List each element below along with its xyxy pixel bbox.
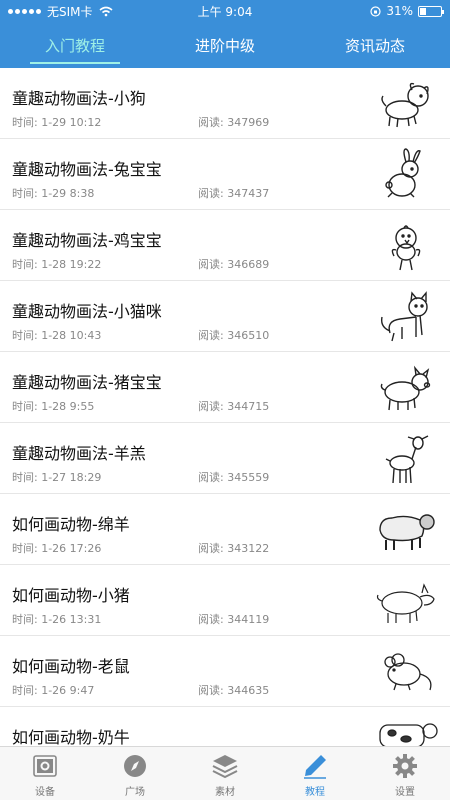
- item-title: 如何画动物-老鼠: [12, 657, 130, 676]
- battery-level: [420, 7, 427, 15]
- item-reads: 阅读: 345559: [198, 471, 270, 484]
- item-time: 时间: 1-29 10:12: [12, 116, 102, 129]
- chick-drawing-icon: [372, 216, 440, 274]
- nav-label: 设备: [35, 787, 55, 798]
- pencil-icon: [304, 755, 326, 779]
- item-reads: 阅读: 344635: [198, 684, 270, 697]
- item-title: 童趣动物画法-小狗: [12, 89, 146, 108]
- list-item[interactable]: 童趣动物画法-小猫咪 时间: 1-28 10:43 阅读: 346510: [0, 281, 450, 352]
- nav-tutorial[interactable]: 教程: [270, 747, 360, 800]
- list-item[interactable]: 童趣动物画法-小狗 时间: 1-29 10:12 阅读: 347969: [0, 68, 450, 139]
- item-time: 时间: 1-29 8:38: [12, 187, 95, 200]
- compass-icon: [124, 755, 146, 777]
- item-time: 时间: 1-26 13:31: [12, 613, 102, 626]
- nav-label: 广场: [125, 787, 145, 798]
- tab-intermediate[interactable]: 进阶中级: [150, 22, 300, 68]
- battery-icon: [418, 5, 444, 17]
- tab-beginner[interactable]: 入门教程: [0, 22, 150, 68]
- item-reads: 阅读: 346510: [198, 329, 270, 342]
- orientation-lock-icon: [370, 5, 381, 17]
- cow-drawing-icon: [372, 713, 440, 746]
- list-item[interactable]: 如何画动物-小猪 时间: 1-26 13:31 阅读: 344119: [0, 565, 450, 636]
- wifi-icon: [99, 6, 113, 16]
- item-title: 童趣动物画法-兔宝宝: [12, 160, 162, 179]
- item-reads: 阅读: 344119: [198, 613, 270, 626]
- battery-percent: 31%: [386, 4, 413, 18]
- nav-settings[interactable]: 设置: [360, 747, 450, 800]
- nav-materials[interactable]: 素材: [180, 747, 270, 800]
- status-bar: 无SIM卡 上午 9:04 31%: [0, 0, 450, 22]
- status-right: 31%: [370, 4, 444, 18]
- tab-news[interactable]: 资讯动态: [300, 22, 450, 68]
- gear-icon: [393, 754, 417, 778]
- pig-drawing-icon: [372, 571, 440, 629]
- item-title: 如何画动物-小猪: [12, 586, 130, 605]
- item-reads: 阅读: 347437: [198, 187, 270, 200]
- status-left: 无SIM卡: [8, 3, 113, 20]
- lamb-drawing-icon: [372, 429, 440, 487]
- list-item[interactable]: 如何画动物-奶牛: [0, 707, 450, 746]
- item-reads: 阅读: 344715: [198, 400, 270, 413]
- nav-square[interactable]: 广场: [90, 747, 180, 800]
- nav-device[interactable]: 设备: [0, 747, 90, 800]
- item-time: 时间: 1-28 10:43: [12, 329, 102, 342]
- top-tabs: 入门教程 进阶中级 资讯动态: [0, 22, 450, 68]
- item-time: 时间: 1-27 18:29: [12, 471, 102, 484]
- item-time: 时间: 1-26 9:47: [12, 684, 95, 697]
- item-time: 时间: 1-28 9:55: [12, 400, 95, 413]
- nav-label: 设置: [395, 787, 415, 798]
- list-item[interactable]: 童趣动物画法-兔宝宝 时间: 1-29 8:38 阅读: 347437: [0, 139, 450, 210]
- piglet-drawing-icon: [372, 358, 440, 416]
- signal-icon: [8, 8, 41, 14]
- layers-icon: [212, 755, 238, 779]
- list-item[interactable]: 童趣动物画法-鸡宝宝 时间: 1-28 19:22 阅读: 346689: [0, 210, 450, 281]
- item-title: 童趣动物画法-鸡宝宝: [12, 231, 162, 250]
- nav-label: 素材: [215, 787, 235, 798]
- item-time: 时间: 1-28 19:22: [12, 258, 102, 271]
- list-item[interactable]: 童趣动物画法-猪宝宝 时间: 1-28 9:55 阅读: 344715: [0, 352, 450, 423]
- item-title: 童趣动物画法-羊羔: [12, 444, 146, 463]
- puppy-drawing-icon: [372, 74, 440, 132]
- item-reads: 阅读: 347969: [198, 116, 270, 129]
- kitten-drawing-icon: [372, 287, 440, 345]
- bunny-drawing-icon: [372, 145, 440, 203]
- list-item[interactable]: 童趣动物画法-羊羔 时间: 1-27 18:29 阅读: 345559: [0, 423, 450, 494]
- item-reads: 阅读: 343122: [198, 542, 270, 555]
- item-title: 童趣动物画法-猪宝宝: [12, 373, 162, 392]
- item-reads: 阅读: 346689: [198, 258, 270, 271]
- mouse-drawing-icon: [372, 642, 440, 700]
- sheep-drawing-icon: [372, 500, 440, 558]
- bottom-nav: 设备 广场 素材 教程 设置: [0, 746, 450, 800]
- tutorial-list[interactable]: 童趣动物画法-小狗 时间: 1-29 10:12 阅读: 347969 童趣动物…: [0, 68, 450, 746]
- item-title: 如何画动物-奶牛: [12, 728, 130, 746]
- list-item[interactable]: 如何画动物-绵羊 时间: 1-26 17:26 阅读: 343122: [0, 494, 450, 565]
- item-time: 时间: 1-26 17:26: [12, 542, 102, 555]
- list-item[interactable]: 如何画动物-老鼠 时间: 1-26 9:47 阅读: 344635: [0, 636, 450, 707]
- item-title: 童趣动物画法-小猫咪: [12, 302, 162, 321]
- carrier-label: 无SIM卡: [47, 4, 93, 19]
- camera-icon: [33, 755, 57, 777]
- nav-label: 教程: [305, 787, 325, 798]
- item-title: 如何画动物-绵羊: [12, 515, 130, 534]
